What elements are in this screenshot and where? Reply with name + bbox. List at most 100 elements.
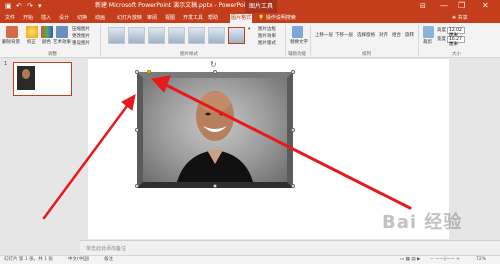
height-label: 高度 (437, 28, 446, 33)
height-field[interactable]: 12.02 厘米 (447, 27, 465, 38)
tab-home[interactable]: 开始 (22, 14, 34, 23)
ribbon: 删除背景 校正 颜色 艺术效果 压缩图片 更改图片 重设图片 调整 ▾ 图片边框… (0, 23, 500, 58)
redo-icon[interactable]: ↷ (27, 2, 33, 10)
resize-handle-n[interactable] (213, 70, 217, 74)
send-backward-button[interactable]: 下移一层 (335, 33, 353, 38)
picture-border-button[interactable]: 图片边框 (258, 27, 276, 32)
arrange-group-label: 排列 (362, 52, 371, 57)
width-field[interactable]: 16.27 厘米 (447, 36, 465, 47)
change-picture-button[interactable]: 更改图片 (72, 34, 90, 39)
resize-handle-s[interactable] (213, 184, 217, 188)
status-bar: 幻灯片 第 1 张，共 1 张 中文(中国) 备注 ▭ ▦ ▤ ▶ − ——|—… (0, 255, 500, 264)
slide-counter: 幻灯片 第 1 张，共 1 张 (4, 257, 53, 262)
size-group-label: 大小 (452, 52, 461, 57)
group-button[interactable]: 组合 (392, 33, 401, 38)
picture-style-4[interactable] (168, 27, 185, 44)
slide-thumbnail-pane: 1 (0, 58, 80, 255)
restore-button[interactable]: ❐ (458, 1, 465, 11)
slide-number: 1 (4, 61, 8, 67)
tab-file[interactable]: 文件 (4, 14, 16, 23)
watermark: Bai 经验 (382, 212, 463, 233)
width-label: 宽度 (437, 37, 446, 42)
powerpoint-window: ▣ ↶ ↷ ▾ 新建 Microsoft PowerPoint 演示文稿.ppt… (0, 0, 500, 264)
remove-background-label[interactable]: 删除背景 (2, 40, 20, 45)
artistic-effects-icon[interactable] (56, 26, 68, 38)
picture-style-5[interactable] (188, 27, 205, 44)
picture-style-3[interactable] (148, 27, 165, 44)
align-button[interactable]: 对齐 (379, 33, 388, 38)
notes-toggle[interactable]: 备注 (104, 257, 113, 263)
reset-picture-button[interactable]: 重设图片 (72, 41, 90, 46)
bring-forward-button[interactable]: 上移一层 (315, 33, 333, 38)
picture-effects-button[interactable]: 图片效果 (258, 34, 276, 39)
picture-style-2[interactable] (128, 27, 145, 44)
tab-animations[interactable]: 动画 (94, 14, 106, 23)
picture-style-6[interactable] (208, 27, 225, 44)
tab-view[interactable]: 视图 (164, 14, 176, 23)
artistic-effects-label[interactable]: 艺术效果 (53, 40, 71, 45)
corrections-icon[interactable] (26, 26, 38, 38)
ribbon-display-icon[interactable]: ⊟ (420, 2, 426, 10)
tell-me-search[interactable]: 💡 操作说明搜索 (258, 14, 296, 22)
adjustment-handle[interactable] (147, 70, 151, 74)
tab-slideshow[interactable]: 幻灯片放映 (116, 14, 143, 23)
adjust-group-label: 调整 (48, 52, 57, 57)
group-divider (100, 25, 101, 56)
tab-design[interactable]: 设计 (58, 14, 70, 23)
color-label[interactable]: 颜色 (42, 40, 51, 45)
slide-thumbnail[interactable] (13, 62, 72, 96)
resize-handle-sw[interactable] (135, 184, 139, 188)
selected-picture[interactable] (135, 70, 295, 188)
corrections-label[interactable]: 校正 (27, 40, 36, 45)
close-button[interactable]: ✕ (482, 1, 489, 11)
alt-text-icon[interactable] (292, 26, 303, 38)
zoom-slider[interactable]: − ——|—— + (430, 257, 460, 263)
view-buttons-icon[interactable]: ▭ ▦ ▤ ▶ (400, 257, 421, 263)
resize-handle-nw[interactable] (135, 70, 139, 74)
crop-icon[interactable] (423, 26, 434, 38)
tab-transitions[interactable]: 切换 (76, 14, 88, 23)
picture-style-7[interactable] (228, 27, 245, 44)
resize-handle-se[interactable] (291, 184, 295, 188)
resize-handle-e[interactable] (291, 128, 295, 132)
thumbnail-face (22, 69, 30, 79)
rotate-handle-icon[interactable]: ↻ (210, 60, 217, 69)
language-indicator[interactable]: 中文(中国) (68, 257, 90, 263)
man-portrait (137, 72, 293, 188)
resize-handle-ne[interactable] (291, 70, 295, 74)
tell-me-label: 操作说明搜索 (265, 15, 296, 21)
title-bar: ▣ ↶ ↷ ▾ 新建 Microsoft PowerPoint 演示文稿.ppt… (0, 0, 500, 13)
zoom-level[interactable]: 72% (476, 257, 486, 263)
tab-developer[interactable]: 开发工具 (182, 14, 204, 23)
picture-layout-button[interactable]: 图片版式 (258, 41, 276, 46)
remove-background-icon[interactable] (6, 26, 18, 38)
thumbnail-photo (17, 66, 35, 90)
share-button[interactable]: ⛯ 共享 (452, 14, 468, 22)
compress-pictures-button[interactable]: 压缩图片 (72, 27, 90, 32)
save-icon[interactable]: ▣ (5, 2, 12, 10)
quick-access-more-icon[interactable]: ▾ (38, 2, 42, 10)
undo-icon[interactable]: ↶ (16, 2, 22, 10)
tab-review[interactable]: 审阅 (146, 14, 158, 23)
tab-help[interactable]: 帮助 (207, 14, 219, 23)
minimize-button[interactable]: — (440, 1, 448, 11)
tab-insert[interactable]: 插入 (40, 14, 52, 23)
picture-style-1[interactable] (108, 27, 125, 44)
color-icon[interactable] (41, 26, 53, 38)
tab-picture-format[interactable]: 图片格式 (230, 14, 253, 23)
ribbon-tabs: 文件 开始 插入 设计 切换 动画 幻灯片放映 审阅 视图 开发工具 帮助 图片… (0, 13, 500, 23)
notes-placeholder: 单击此处添加备注 (86, 246, 127, 252)
gallery-more-icon[interactable]: ▾ (248, 27, 250, 32)
share-label: 共享 (457, 15, 468, 21)
alt-text-label[interactable]: 替换文字 (290, 40, 308, 45)
crop-label[interactable]: 裁剪 (423, 40, 432, 45)
selection-pane-button[interactable]: 选择窗格 (357, 33, 375, 38)
resize-handle-w[interactable] (135, 128, 139, 132)
accessibility-group-label: 辅助功能 (288, 52, 306, 57)
rotate-button[interactable]: 旋转 (405, 33, 414, 38)
window-title: 新建 Microsoft PowerPoint 演示文稿.pptx - Powe… (95, 2, 252, 9)
notes-pane[interactable]: 单击此处添加备注 (80, 240, 500, 255)
group-divider (418, 25, 419, 56)
picture-tools-context: 图片工具 (245, 0, 278, 13)
styles-group-label: 图片样式 (180, 52, 198, 57)
